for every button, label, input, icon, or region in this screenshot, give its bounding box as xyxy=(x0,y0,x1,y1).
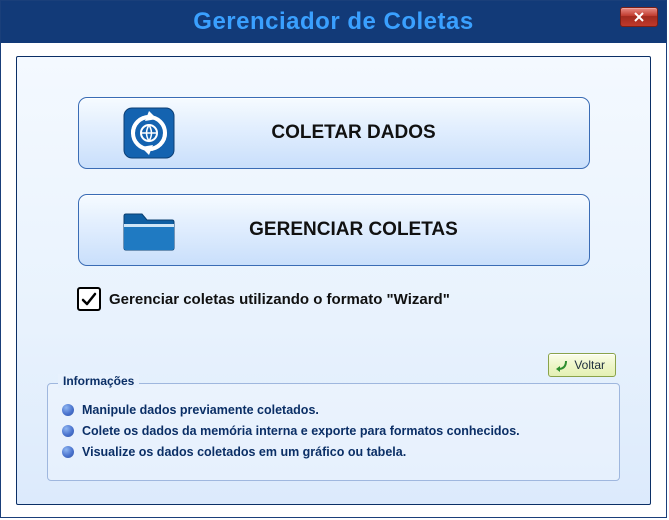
close-icon xyxy=(633,12,645,22)
refresh-globe-icon xyxy=(119,105,179,161)
manage-collections-label: GERENCIAR COLETAS xyxy=(179,219,589,241)
wizard-checkbox-row: Gerenciar coletas utilizando o formato "… xyxy=(77,287,620,311)
wizard-checkbox-label: Gerenciar coletas utilizando o formato "… xyxy=(109,291,450,308)
collect-data-label: COLETAR DADOS xyxy=(179,122,589,144)
info-list: Manipule dados previamente coletados. Co… xyxy=(62,403,605,459)
content-panel: COLETAR DADOS GERENCIAR COLETAS Gerencia… xyxy=(16,56,651,505)
info-item: Visualize os dados coletados em um gráfi… xyxy=(62,445,605,459)
bullet-icon xyxy=(62,446,74,458)
info-item-text: Manipule dados previamente coletados. xyxy=(82,403,319,417)
window-frame: Gerenciador de Coletas xyxy=(0,0,667,518)
info-groupbox: Informações Manipule dados previamente c… xyxy=(47,383,620,481)
info-item: Colete os dados da memória interna e exp… xyxy=(62,424,605,438)
window-title: Gerenciador de Coletas xyxy=(193,8,473,36)
info-item: Manipule dados previamente coletados. xyxy=(62,403,605,417)
info-legend: Informações xyxy=(58,374,139,388)
titlebar: Gerenciador de Coletas xyxy=(1,1,666,43)
info-item-text: Visualize os dados coletados em um gráfi… xyxy=(82,445,406,459)
info-item-text: Colete os dados da memória interna e exp… xyxy=(82,424,520,438)
folder-icon xyxy=(119,202,179,258)
collect-data-button[interactable]: COLETAR DADOS xyxy=(78,97,590,169)
back-button[interactable]: Voltar xyxy=(548,353,616,377)
close-button[interactable] xyxy=(620,7,658,27)
bullet-icon xyxy=(62,425,74,437)
back-button-label: Voltar xyxy=(574,358,605,372)
back-arrow-icon xyxy=(555,358,569,372)
check-icon xyxy=(81,291,97,307)
manage-collections-button[interactable]: GERENCIAR COLETAS xyxy=(78,194,590,266)
wizard-checkbox[interactable] xyxy=(77,287,101,311)
bullet-icon xyxy=(62,404,74,416)
